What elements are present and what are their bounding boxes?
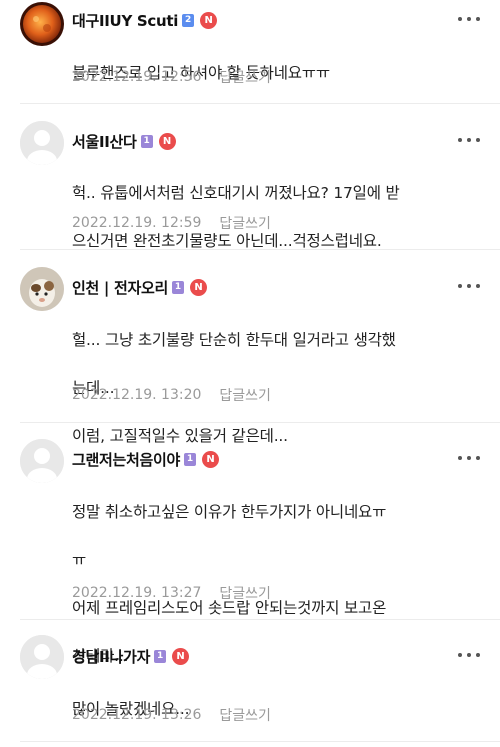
avatar[interactable] [20,267,64,311]
avatar[interactable] [20,121,64,165]
more-options-icon[interactable] [458,133,480,147]
comment-date: 2022.12.19. 13:26 [72,707,202,723]
nickname[interactable]: 경남II나가자 [72,646,150,667]
comment-header: 대구IIUY Scuti 2 N [72,9,218,31]
comment-date: 2022.12.19. 13:20 [72,387,202,403]
comment-line: 이럼, 고질적일수 있을거 같은데... [72,427,288,445]
comment-line: ㅠ [72,551,87,569]
nickname[interactable]: 인천 | 전자오리 [72,277,168,298]
comment-header: 그랜저는처음이야 1 N [72,448,220,470]
reply-button[interactable]: 답글쓰기 [219,67,271,87]
level-badge: 2 [182,13,195,27]
reply-button[interactable]: 답글쓰기 [219,583,271,603]
more-options-icon[interactable] [458,279,480,293]
photo-avatar-image [20,267,64,311]
new-badge-icon: N [200,11,218,29]
new-badge-icon: N [172,647,190,665]
comment-meta: 2022.12.19. 12:59 답글쓰기 [72,213,271,233]
avatar[interactable] [20,439,64,483]
default-avatar-icon [20,635,64,679]
level-badge: 1 [172,280,185,294]
comment-meta: 2022.12.19. 12:56 답글쓰기 [72,67,271,87]
nickname[interactable]: 그랜저는처음이야 [72,449,180,470]
level-badge: 1 [140,134,153,148]
divider [20,103,500,104]
divider [20,249,500,250]
comment-date: 2022.12.19. 13:27 [72,585,202,601]
level-badge: 1 [184,452,197,466]
default-avatar-icon [20,439,64,483]
avatar[interactable] [20,635,64,679]
comment-list: 대구IIUY Scuti 2 N 블루핸즈로 입고 하셔야 할 듯하네요ㅠㅠ 2… [0,0,500,747]
comment-line: 정말 취소하고싶은 이유가 한두가지가 아니네요ㅠ [72,503,387,521]
avatar-orange-image [20,2,64,46]
more-options-icon[interactable] [458,12,480,26]
new-badge-icon: N [202,450,220,468]
comment-date: 2022.12.19. 12:59 [72,215,202,231]
level-badge: 1 [154,649,167,663]
comment-meta: 2022.12.19. 13:20 답글쓰기 [72,385,271,405]
more-options-icon[interactable] [458,451,480,465]
divider [20,422,500,423]
comment-meta: 2022.12.19. 13:26 답글쓰기 [72,705,271,725]
comment-header: 경남II나가자 1 N [72,645,190,667]
reply-button[interactable]: 답글쓰기 [219,705,271,725]
nickname[interactable]: 서울II산다 [72,131,137,152]
comment-date: 2022.12.19. 12:56 [72,69,202,85]
avatar[interactable] [20,2,64,46]
reply-button[interactable]: 답글쓰기 [219,213,271,233]
comment-header: 인천 | 전자오리 1 N [72,276,208,298]
new-badge-icon: N [158,132,176,150]
divider [20,619,500,620]
comment-header: 서울II산다 1 N [72,130,176,152]
default-avatar-icon [20,121,64,165]
comment-line: 헐... 그냥 초기불량 단순히 한두대 일거라고 생각했 [72,331,396,349]
reply-button[interactable]: 답글쓰기 [219,385,271,405]
comment-line: 헉.. 유툽에서처럼 신호대기시 꺼졌나요? 17일에 받 [72,184,400,202]
new-badge-icon: N [190,278,208,296]
divider [20,741,500,742]
more-options-icon[interactable] [458,648,480,662]
nickname[interactable]: 대구IIUY Scuti [72,10,178,31]
comment-meta: 2022.12.19. 13:27 답글쓰기 [72,583,271,603]
